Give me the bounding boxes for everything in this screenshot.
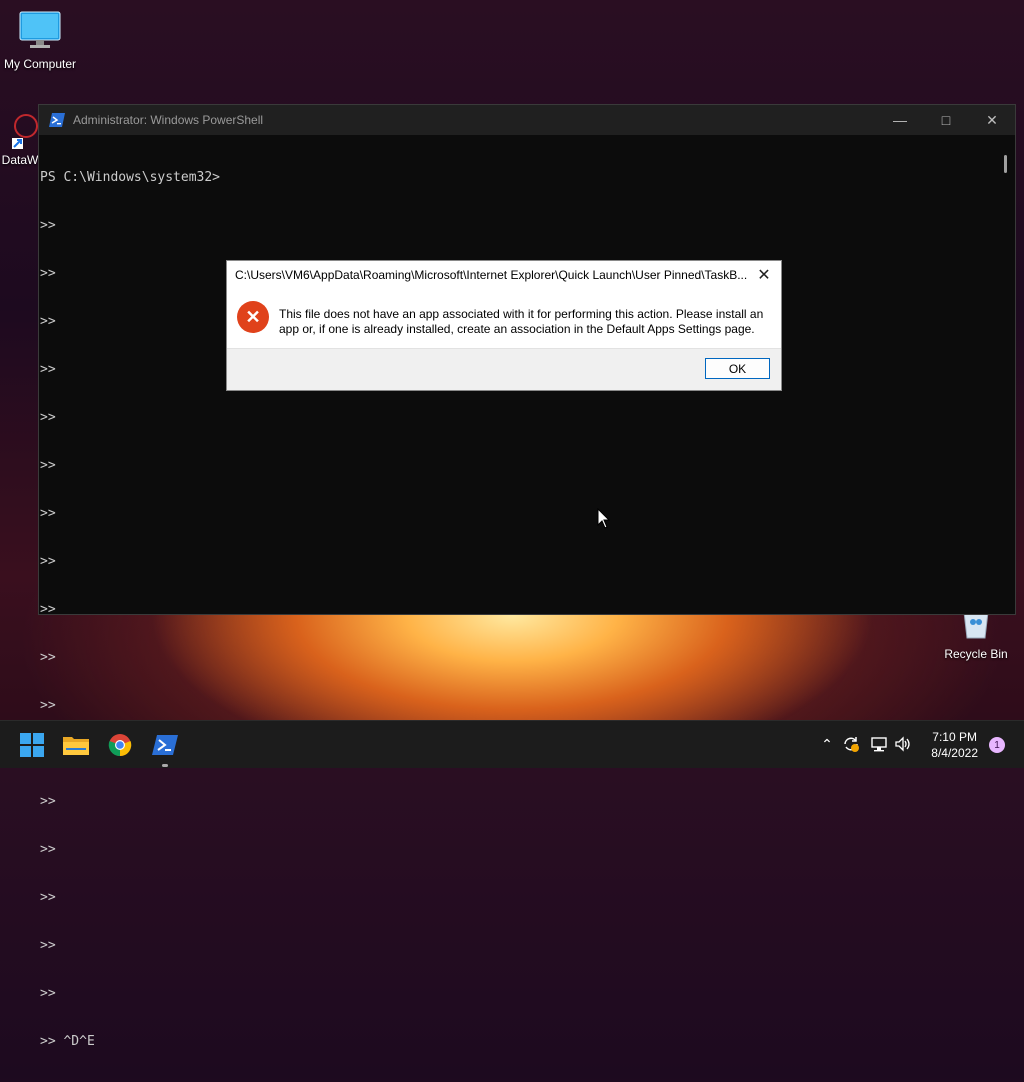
clock-time: 7:10 PM xyxy=(932,730,977,744)
console-line: >> xyxy=(40,458,56,473)
sync-warning-icon[interactable] xyxy=(842,735,860,753)
console-line: >> xyxy=(40,506,56,521)
powershell-titlebar[interactable]: Administrator: Windows PowerShell — □ ✕ xyxy=(39,105,1015,135)
file-explorer-button[interactable] xyxy=(60,729,92,761)
window-title: Administrator: Windows PowerShell xyxy=(73,113,264,127)
dialog-title: C:\Users\VM6\AppData\Roaming\Microsoft\I… xyxy=(235,268,748,282)
error-icon: ✕ xyxy=(237,301,269,333)
console-line: >> xyxy=(40,938,56,953)
scrollbar-thumb[interactable] xyxy=(1004,155,1007,173)
clock-date: 8/4/2022 xyxy=(931,746,978,760)
monitor-icon xyxy=(19,11,61,48)
close-button[interactable]: ✕ xyxy=(969,105,1015,135)
dataw-app-icon xyxy=(12,114,38,149)
minimize-button[interactable]: — xyxy=(877,105,923,135)
powershell-icon xyxy=(152,735,178,755)
desktop-icon-label: DataW xyxy=(1,153,39,167)
chrome-icon xyxy=(108,734,132,757)
dialog-message: This file does not have an app associate… xyxy=(279,307,764,336)
mouse-cursor-icon xyxy=(597,508,611,529)
console-line: >> xyxy=(40,698,56,713)
console-line: >> xyxy=(40,218,56,233)
dialog-footer: OK xyxy=(227,348,781,390)
notification-badge[interactable]: 1 xyxy=(989,737,1005,753)
dialog-close-button[interactable]: ✕ xyxy=(753,265,775,285)
desktop-icon-label: My Computer xyxy=(3,57,77,71)
console-line: >> xyxy=(40,650,56,665)
console-line: >> xyxy=(40,986,56,1001)
console-line: >> xyxy=(40,890,56,905)
taskbar: ⌃ 7:10 PM 8/4/2022 1 xyxy=(0,720,1024,768)
folder-icon xyxy=(63,737,89,755)
console-line: >> xyxy=(40,842,56,857)
windows-logo-icon xyxy=(20,733,44,757)
desktop-icon-dataw[interactable]: DataW xyxy=(0,110,40,167)
console-line: >> xyxy=(40,554,56,569)
start-button[interactable] xyxy=(16,729,48,761)
network-icon[interactable] xyxy=(870,735,888,753)
chrome-button[interactable] xyxy=(104,729,136,761)
console-line: >> xyxy=(40,410,56,425)
console-line: >> xyxy=(40,602,56,617)
console-line: PS C:\Windows\system32> xyxy=(40,170,221,185)
volume-icon[interactable] xyxy=(894,735,912,753)
powershell-icon xyxy=(49,113,65,127)
console-line: >> ^D^E xyxy=(40,1034,95,1049)
console-line: >> xyxy=(40,794,56,809)
maximize-button[interactable]: □ xyxy=(923,105,969,135)
clock[interactable]: 7:10 PM 8/4/2022 xyxy=(931,729,978,761)
error-dialog[interactable]: C:\Users\VM6\AppData\Roaming\Microsoft\I… xyxy=(226,260,782,391)
desktop-icon-my-computer[interactable]: My Computer xyxy=(2,10,78,71)
chevron-up-icon[interactable]: ⌃ xyxy=(818,737,836,753)
active-indicator xyxy=(162,764,168,767)
powershell-taskbar-button[interactable] xyxy=(149,729,181,767)
ok-button[interactable]: OK xyxy=(705,358,770,379)
